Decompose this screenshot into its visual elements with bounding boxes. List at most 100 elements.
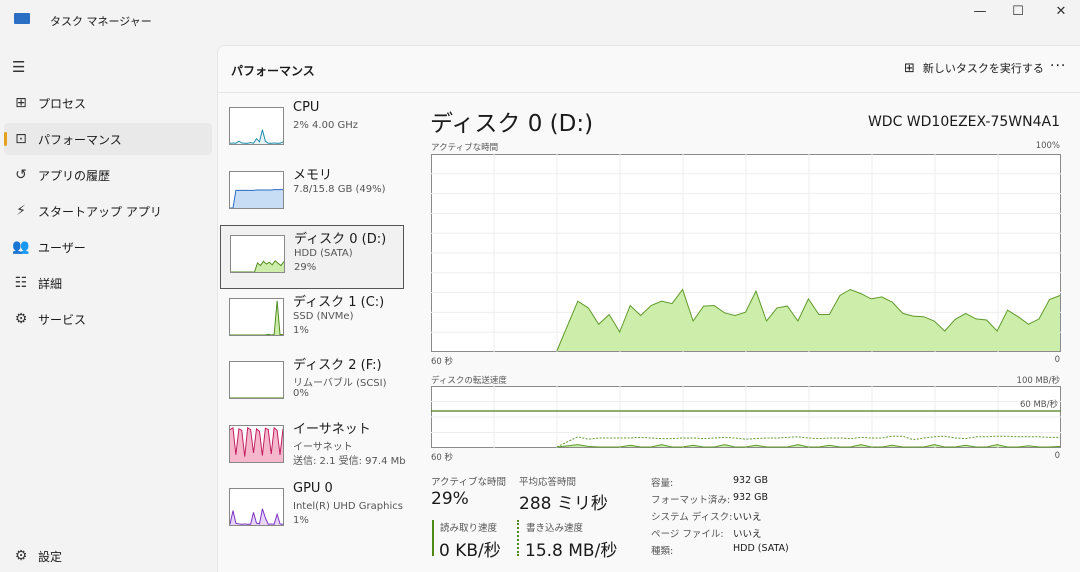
resource-thumbnail-graph (229, 297, 284, 336)
resource-thumbnail-graph (230, 235, 285, 273)
resource-item[interactable]: ディスク 2 (F:) リムーバブル (SCSI) 0% (220, 352, 404, 416)
nav-settings-label: 設定 (38, 549, 63, 564)
performance-icon: ⊡ (15, 131, 27, 147)
resource-value: 29% (294, 262, 317, 273)
nav-item-label: アプリの履歴 (38, 168, 111, 183)
chart1-time-left: 60 秒 (431, 357, 454, 367)
resource-subtitle: Intel(R) UHD Graphics 630 (293, 501, 405, 512)
window-title: タスク マネージャー (50, 15, 152, 28)
resource-item[interactable]: GPU 0 Intel(R) UHD Graphics 630 1% (220, 479, 405, 543)
resource-name: イーサネット (293, 421, 371, 437)
more-options-button[interactable]: ··· (1050, 58, 1066, 74)
new-task-icon: ⊞ (904, 60, 915, 76)
new-task-label: 新しいタスクを実行する (922, 62, 1044, 75)
header-divider (217, 92, 1080, 93)
property-key: フォーマット済み: (651, 495, 731, 506)
chart2-time-left: 60 秒 (431, 453, 454, 463)
thumbnail-area (230, 189, 283, 208)
resource-thumbnail-graph (229, 424, 284, 463)
resource-name: メモリ (293, 167, 333, 183)
nav-item-label: ユーザー (38, 240, 86, 255)
active-time-max-label: 100% (1035, 141, 1060, 151)
resource-subtitle: 2% 4.00 GHz (293, 120, 359, 131)
resource-item[interactable]: ディスク 0 (D:) HDD (SATA) 29% (220, 225, 404, 289)
app-icon (14, 13, 30, 24)
active-time-chart (431, 154, 1061, 352)
resource-value: 1% (293, 324, 309, 336)
users-icon: 👥 (12, 239, 30, 255)
thumbnail-line (230, 508, 283, 525)
resource-name: ディスク 1 (C:) (293, 294, 385, 310)
resource-thumbnail-graph (229, 488, 284, 526)
nav-item-services[interactable]: ⚙ サービス (4, 303, 212, 335)
resource-name: CPU (293, 100, 320, 115)
settings-icon: ⚙ (14, 548, 28, 564)
transfer-chart-label: ディスクの転送速度 (431, 376, 507, 386)
nav-item-label: 詳細 (38, 276, 63, 291)
transfer-rate-chart (431, 386, 1061, 448)
nav-item-performance[interactable]: ⊡ パフォーマンス (4, 123, 212, 155)
nav-settings[interactable]: ⚙ 設定 (4, 540, 212, 572)
property-value: 932 GB (733, 475, 769, 486)
property-key: システム ディスク: (651, 512, 733, 523)
property-key: 種類: (651, 546, 674, 557)
resource-item[interactable]: ディスク 1 (C:) SSD (NVMe) 1% (220, 289, 404, 353)
resource-thumbnail-graph (229, 170, 284, 209)
nav-item-processes[interactable]: ⊞ プロセス (4, 87, 212, 119)
nav-item-startup[interactable]: ⚡ スタートアップ アプリ (4, 195, 212, 227)
nav-item-label: スタートアップ アプリ (38, 204, 162, 219)
resource-value: 0% (293, 388, 309, 399)
property-value: いいえ (733, 512, 762, 523)
nav-item-label: サービス (38, 312, 87, 327)
property-key: 容量: (651, 478, 674, 489)
read-speed-label: 読み取り速度 (440, 523, 498, 534)
resource-subtitle: 7.8/15.8 GB (49%) (293, 183, 386, 195)
resource-thumbnail-graph (229, 361, 284, 399)
details-icon: ☷ (14, 275, 28, 291)
page-title: パフォーマンス (231, 64, 315, 78)
disk-title: ディスク 0 (D:) (430, 111, 594, 137)
resource-name: GPU 0 (293, 481, 333, 496)
minimize-button[interactable]: — (968, 4, 992, 20)
property-key: ページ ファイル: (651, 529, 724, 540)
maximize-button[interactable]: ☐ (1006, 4, 1030, 20)
write-legend-line (517, 520, 519, 556)
nav-item-users[interactable]: 👥 ユーザー (4, 231, 212, 263)
chart2-time-right: 0 (1054, 451, 1060, 461)
transfer-mid-label: 60 MB/秒 (1019, 400, 1058, 410)
resource-subtitle: イーサネット (293, 441, 353, 453)
processes-icon: ⊞ (15, 95, 27, 111)
resource-name: ディスク 2 (F:) (293, 358, 382, 373)
active-time-label: アクティブな時間 (431, 477, 506, 488)
chart1-time-right: 0 (1054, 355, 1060, 365)
resource-value: 1% (293, 515, 309, 526)
nav-item-details[interactable]: ☷ 詳細 (4, 267, 212, 299)
active-time-value: 29% (431, 489, 469, 509)
thumbnail-area (230, 300, 283, 335)
resource-name: ディスク 0 (D:) (294, 232, 387, 247)
property-value: HDD (SATA) (733, 543, 789, 554)
response-time-value: 288 ミリ秒 (519, 494, 608, 514)
resource-value: 送信: 2.1 受信: 97.4 Mbps (293, 455, 405, 467)
close-button[interactable]: ✕ (1049, 4, 1073, 20)
services-icon: ⚙ (14, 311, 28, 327)
active-time-chart-label: アクティブな時間 (431, 143, 499, 153)
hamburger-menu-icon[interactable]: ☰ (12, 58, 25, 76)
resource-item[interactable]: メモリ 7.8/15.8 GB (49%) (220, 162, 404, 226)
property-value: 932 GB (733, 492, 769, 503)
resource-thumbnail-graph (229, 107, 284, 145)
resource-subtitle: HDD (SATA) (294, 248, 353, 259)
nav-item-history[interactable]: ↺ アプリの履歴 (4, 159, 212, 191)
write-speed-label: 書き込み速度 (526, 523, 584, 534)
resource-item[interactable]: CPU 2% 4.00 GHz (220, 98, 404, 162)
read-legend-line (432, 520, 434, 556)
write-speed-value: 15.8 MB/秒 (525, 541, 618, 561)
resource-subtitle: SSD (NVMe) (293, 310, 354, 322)
resource-item[interactable]: イーサネット イーサネット 送信: 2.1 受信: 97.4 Mbps (220, 416, 405, 480)
new-task-button[interactable]: ⊞ 新しいタスクを実行する (904, 60, 1044, 76)
startup-icon: ⚡ (16, 203, 26, 219)
resource-subtitle: リムーバブル (SCSI) (293, 378, 387, 389)
nav-item-label: パフォーマンス (38, 132, 122, 147)
history-icon: ↺ (15, 167, 27, 183)
read-speed-value: 0 KB/秒 (439, 541, 501, 561)
